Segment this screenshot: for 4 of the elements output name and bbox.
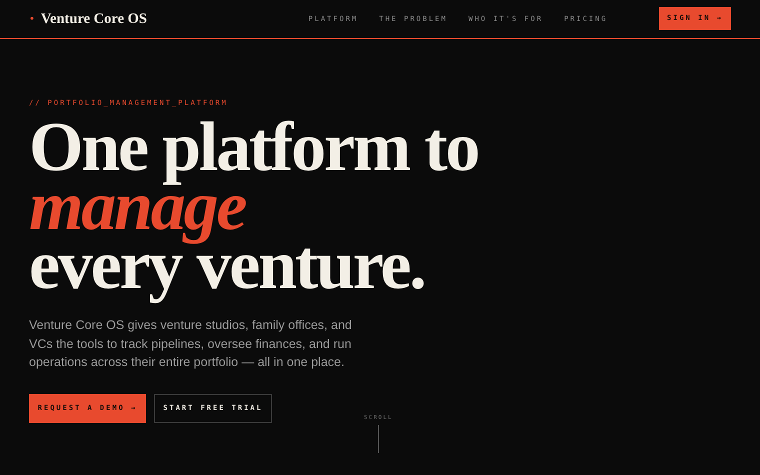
hero-description: Venture Core OS gives venture studios, family offices, and VCs the tools to track pipelines, oversee finances, and run operations across their entire portfolio — all in one place.: [29, 317, 353, 371]
scroll-line: [378, 425, 379, 453]
brand-name[interactable]: Venture Core OS: [40, 10, 147, 28]
brand-dot: •: [29, 14, 35, 24]
